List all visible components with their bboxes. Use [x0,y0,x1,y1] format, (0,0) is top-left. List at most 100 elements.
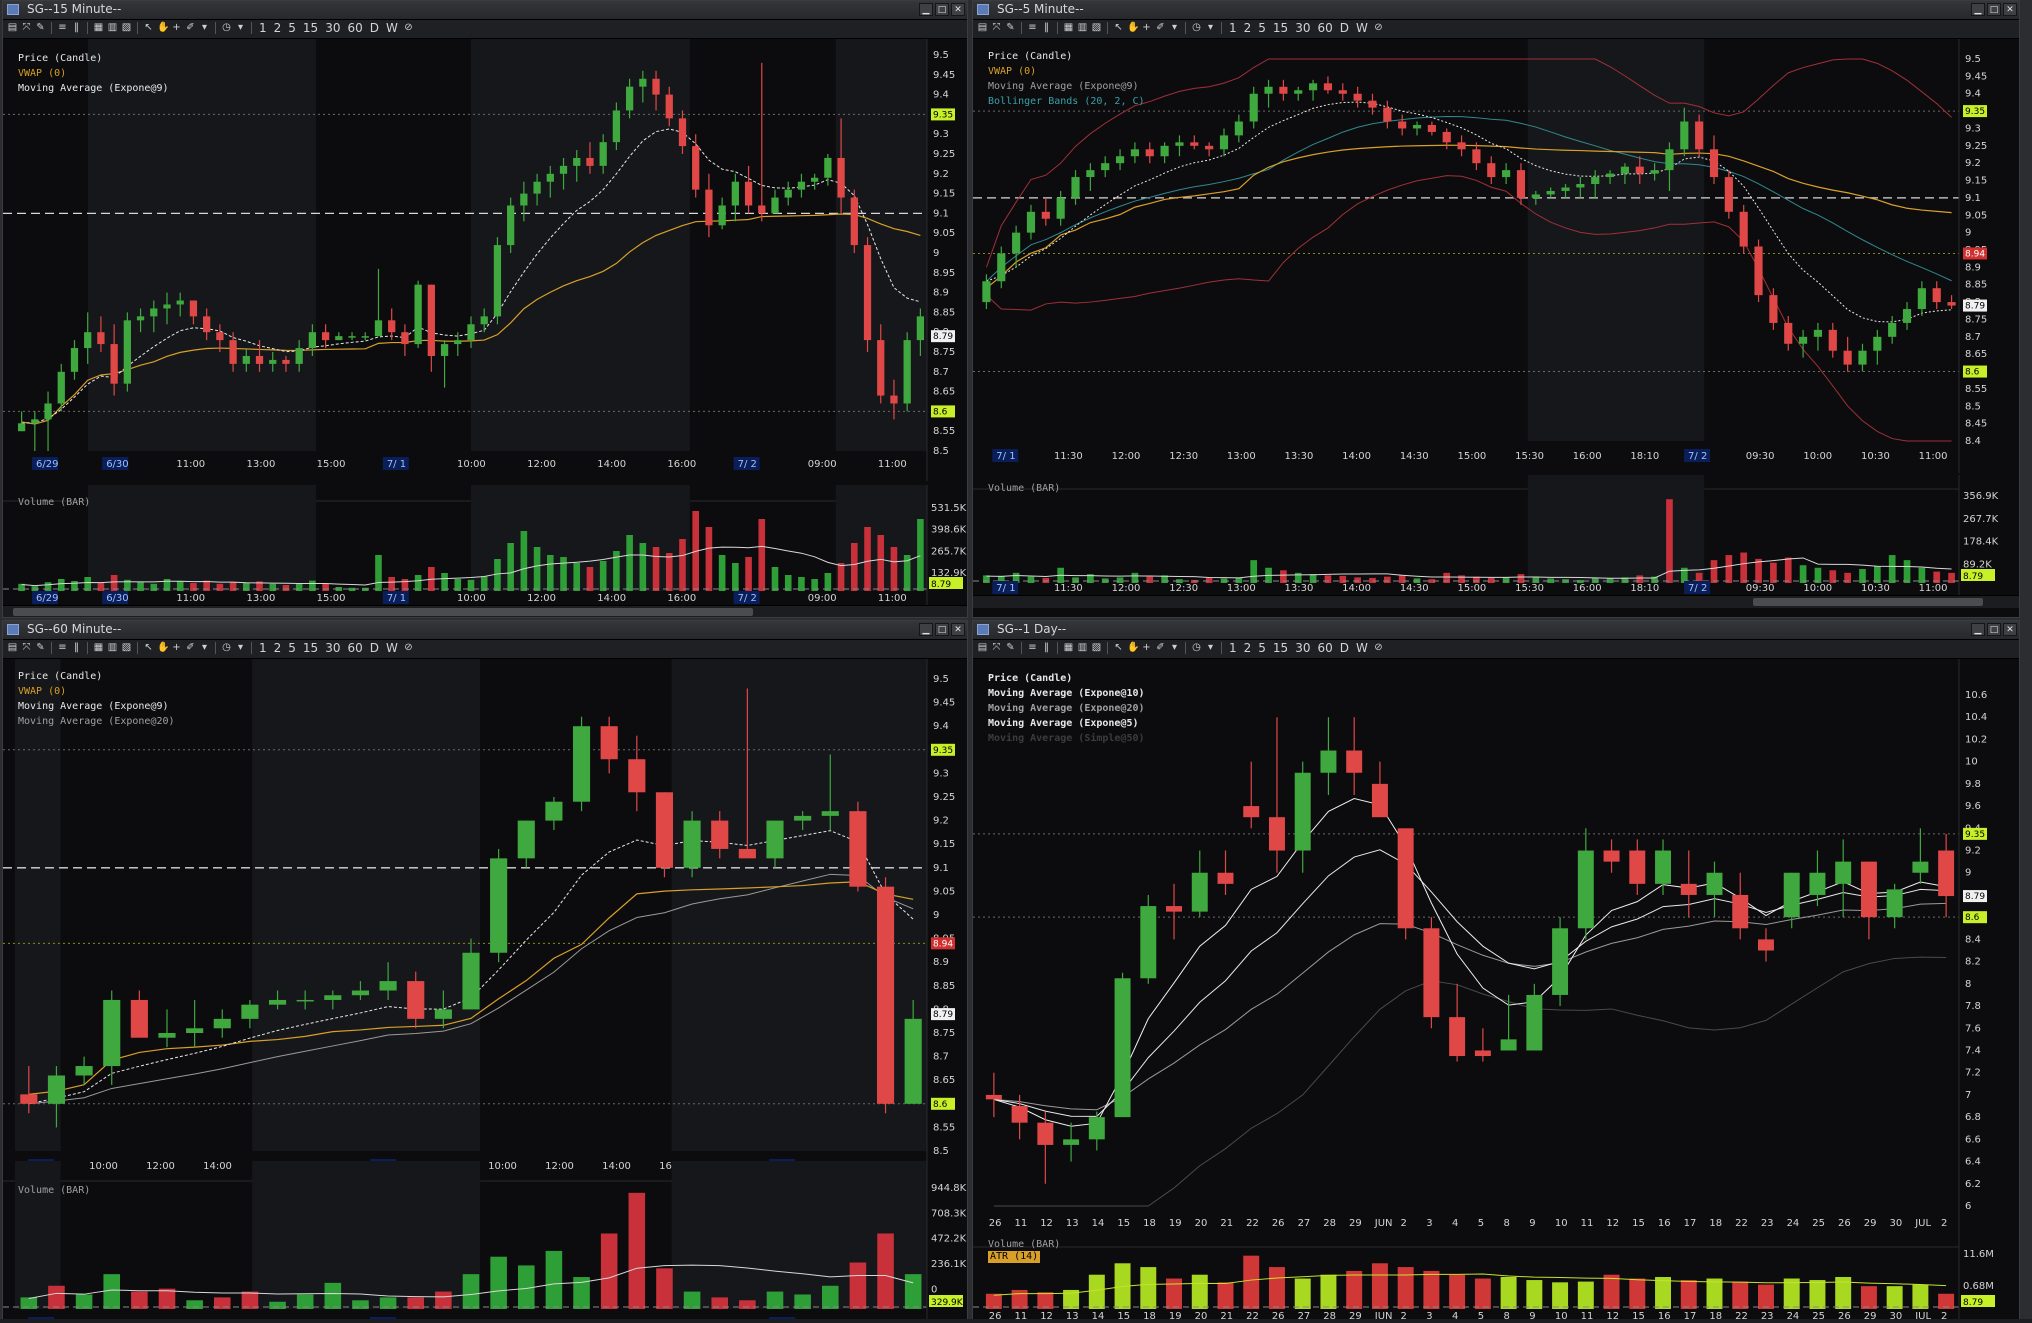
horizontal-scrollbar[interactable] [973,595,2019,608]
timeframe-button[interactable]: 2 [272,641,284,655]
candle[interactable] [186,999,204,1048]
volume-bar[interactable] [718,555,726,591]
grid-icon[interactable]: ▦ [93,642,104,654]
candle[interactable] [1056,190,1065,226]
timeframe-button[interactable]: 15 [1271,21,1290,35]
volume-bar[interactable] [824,573,832,591]
volume-bar[interactable] [560,557,567,591]
list-icon[interactable]: ≡ [1027,22,1038,34]
grid-icon[interactable]: ▦ [1063,22,1074,34]
candle[interactable] [1709,135,1719,185]
timeframe-button[interactable]: 5 [1256,21,1268,35]
volume-bar[interactable] [295,583,303,591]
volume-bar[interactable] [628,1192,646,1309]
chart-type-icon[interactable]: ▤ [7,642,18,654]
legend-item[interactable]: Moving Average (Expone@9) [18,81,169,96]
volume-bar[interactable] [732,563,739,591]
volume-bar[interactable] [1383,576,1391,583]
candle[interactable] [1835,839,1852,918]
price-pane[interactable]: Price (Candle) VWAP (0) Moving Average (Ex… [973,39,2019,473]
candle[interactable] [545,797,563,831]
legend-item[interactable]: VWAP (0) [988,64,1145,79]
candle[interactable] [1026,204,1036,240]
volume-bar[interactable] [1706,1278,1723,1309]
candle[interactable] [414,280,422,349]
window-titlebar[interactable]: SG--1 Day-- ▁ □ ✕ [973,621,2019,640]
volume-bar[interactable] [656,1268,673,1309]
legend-item[interactable]: Moving Average (Expone@9) [988,79,1145,94]
candle[interactable] [1160,142,1169,164]
pencil-icon[interactable]: ✐ [185,22,196,34]
candle[interactable] [1754,239,1763,303]
candle[interactable] [849,801,867,892]
candle[interactable] [1086,163,1095,191]
timeframe-button[interactable]: 15 [301,641,320,655]
candle[interactable] [1724,170,1733,219]
candle[interactable] [811,173,819,190]
legend-item[interactable]: Moving Average (Expone@9) [18,699,175,714]
volume-bar[interactable] [216,583,224,591]
volume-bar[interactable] [705,527,713,591]
candle[interactable] [1947,295,1956,310]
candle[interactable] [1145,142,1154,164]
close-button[interactable]: ✕ [951,3,965,16]
volume-bar[interactable] [462,1274,480,1309]
hand-icon[interactable]: ✋ [157,22,169,34]
volume-bar[interactable] [837,563,845,591]
candle[interactable] [863,237,872,352]
timeframe-button[interactable]: D [368,641,381,655]
price-chart[interactable]: 10.610.410.2109.89.69.49.298.88.68.48.28… [973,659,2019,1264]
candle[interactable] [401,324,409,356]
pencil-icon[interactable]: ✐ [1155,22,1166,34]
volume-bar[interactable] [904,1274,922,1309]
layout-icon[interactable]: ▥ [1077,642,1088,654]
volume-bar[interactable] [1140,1267,1157,1309]
volume-bar[interactable] [600,1233,618,1309]
zoom-icon[interactable]: ⤧ [21,22,32,34]
window-titlebar[interactable]: SG--5 Minute-- ▁ □ ✕ [973,1,2019,20]
volume-bar[interactable] [322,583,329,591]
candle[interactable] [1474,1028,1491,1062]
candle[interactable] [655,792,674,878]
candle[interactable] [1268,717,1285,873]
volume-bar[interactable] [1371,1263,1388,1309]
candle[interactable] [1629,839,1646,895]
candle[interactable] [1041,197,1050,226]
candle[interactable] [1323,76,1333,94]
price-chart[interactable]: 9.5 9.45 9.4 9.35 9.3 9.25 9.2 9.15 9.1 9.05 9 8.95… [3,39,967,481]
candle[interactable] [1398,114,1407,136]
legend-item[interactable]: Moving Average (Simple@50) [988,731,1145,746]
candle[interactable] [1427,121,1436,136]
timeframe-button[interactable]: 5 [286,641,298,655]
legend-item[interactable]: Moving Average (Expone@5) [988,716,1145,731]
volume-bar[interactable] [1502,577,1510,583]
volume-bar[interactable] [683,1291,701,1309]
volume-bar[interactable] [1474,1278,1491,1309]
maximize-button[interactable]: □ [935,623,949,636]
candle[interactable] [348,332,356,341]
volume-bar[interactable] [573,563,581,591]
volume-bar[interactable] [849,1262,867,1309]
candle[interactable] [1757,928,1774,962]
candle[interactable] [1243,761,1260,829]
volume-bar[interactable] [1710,560,1718,583]
dropdown-icon[interactable]: ▾ [1169,22,1180,34]
volume-pane[interactable]: Volume (BAR) ATR (14) 11.6M 0.68M 8.79 26 11… [973,1233,2019,1322]
timeframe-button[interactable]: 5 [1256,641,1268,655]
volume-bar[interactable] [1166,1278,1183,1309]
indicator-legend[interactable]: Price (Candle) VWAP (0) Moving Average (Ex… [18,669,175,729]
indicator-legend[interactable]: Price (Candle) VWAP (0) Moving Average (Ex… [18,51,169,96]
candle[interactable] [321,324,330,349]
candle[interactable] [1813,322,1823,351]
volume-bar[interactable] [1655,1277,1672,1309]
volume-bar[interactable] [890,547,898,591]
candle[interactable] [1860,861,1877,940]
volume-bar[interactable] [352,1300,369,1309]
volume-bar[interactable] [1250,560,1258,583]
volume-bar[interactable] [1423,1270,1440,1309]
volume-bar[interactable] [1517,574,1525,583]
dropdown-icon[interactable]: ▾ [199,22,210,34]
draw-icon[interactable]: ✎ [35,22,46,34]
volume-bar[interactable] [243,583,250,591]
chart-type-icon[interactable]: ▤ [7,22,18,34]
